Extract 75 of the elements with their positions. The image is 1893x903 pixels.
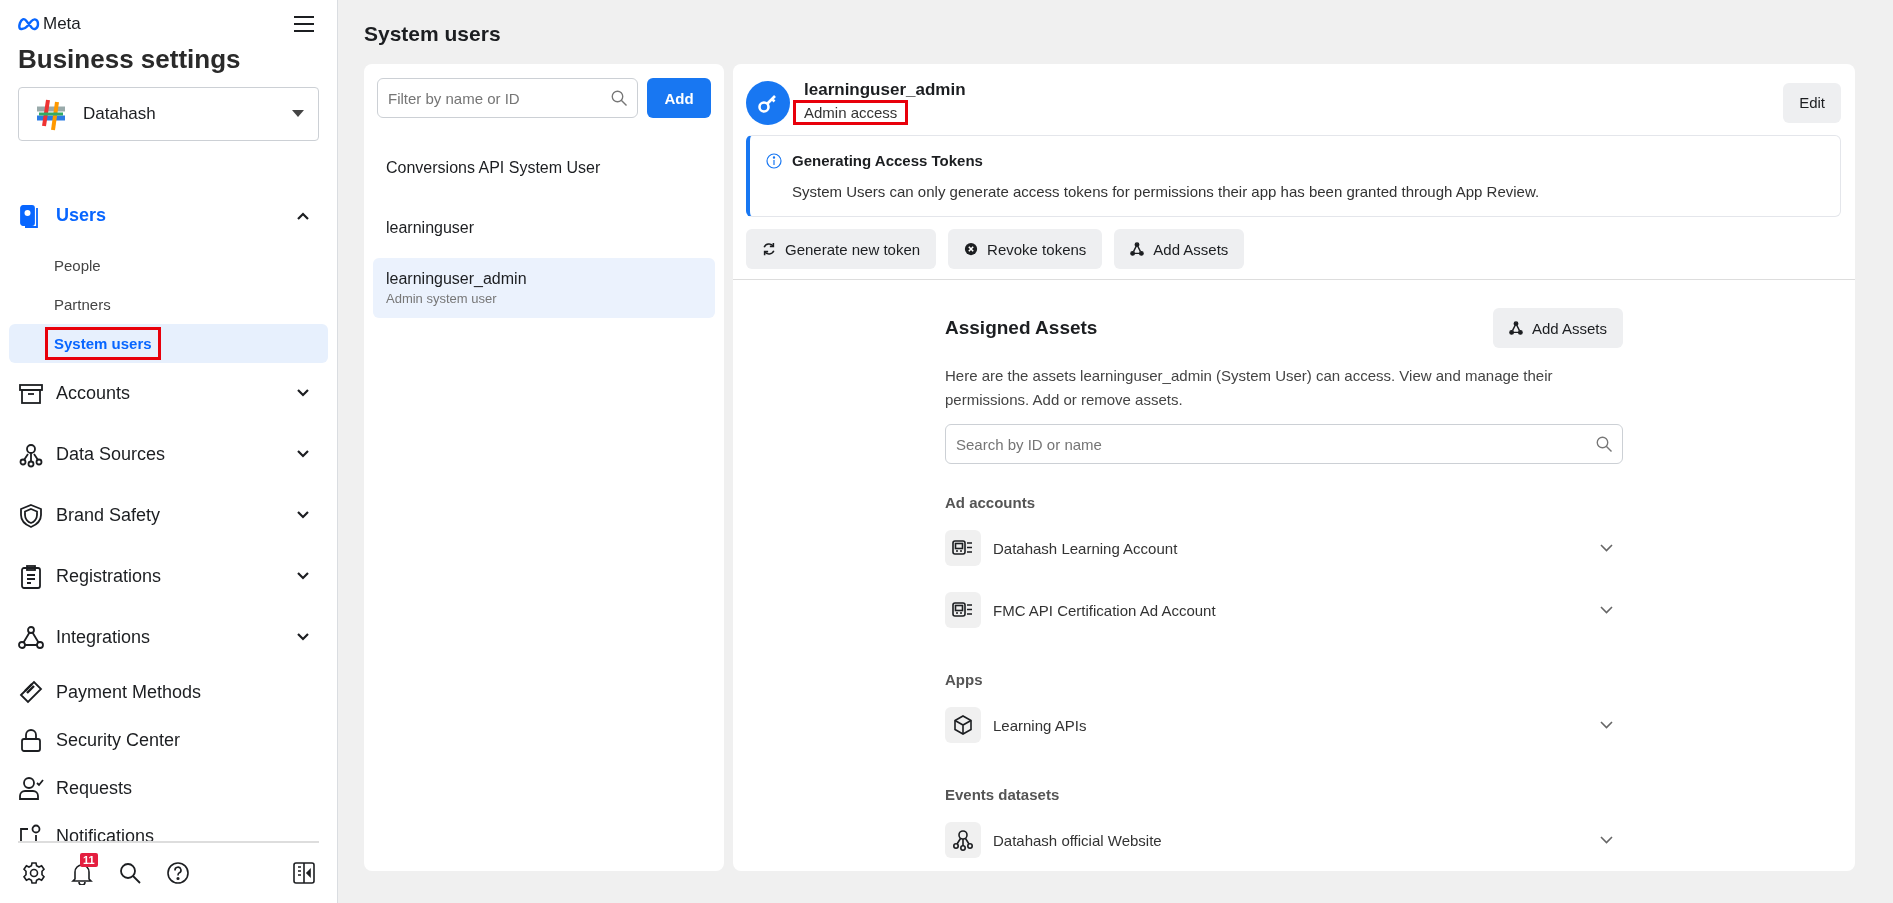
sidebar-item[interactable]: Registrations	[9, 546, 328, 607]
search-field[interactable]: Search by ID or name	[945, 424, 1623, 464]
nav-icon	[18, 727, 44, 753]
asset-icon	[945, 592, 981, 628]
group-heading: Ad accounts	[945, 494, 1036, 511]
sidebar-item[interactable]: Data Sources	[9, 424, 328, 485]
sidebar-item[interactable]: Integrations	[9, 607, 328, 668]
caret-icon	[292, 110, 304, 118]
close-circle-icon	[964, 242, 979, 256]
user-description: Admin system user	[386, 291, 498, 306]
asset-icon	[945, 822, 981, 858]
menu-icon[interactable]	[293, 15, 315, 33]
chevron-icon	[1600, 606, 1613, 614]
chevron-icon	[1600, 544, 1613, 552]
page-title: Business settings	[18, 44, 242, 75]
group-heading: Events datasets	[945, 786, 1061, 803]
action-button[interactable]: Revoke tokens	[948, 229, 1103, 269]
nav-icon	[18, 441, 44, 468]
triangle-nodes-icon	[1508, 321, 1523, 335]
search-icon[interactable]	[118, 861, 142, 885]
user-list-item[interactable]: learninguser_admin Admin system user	[373, 258, 715, 318]
sidebar-subitem[interactable]: Partners	[9, 285, 328, 324]
access-level: Admin access	[793, 100, 909, 125]
info-icon	[766, 152, 782, 169]
search-icon	[1595, 435, 1613, 453]
nav-icon	[18, 775, 44, 801]
sidebar-subitem[interactable]: People	[9, 246, 328, 285]
filter-field[interactable]: Filter by name or ID	[377, 78, 638, 118]
section-heading: Assigned Assets	[945, 317, 1098, 339]
search-icon	[610, 89, 628, 107]
chevron-icon	[1600, 836, 1613, 844]
edit-button[interactable]: Edit	[1783, 82, 1841, 123]
asset-icon	[945, 707, 981, 743]
sidebar-item[interactable]: Users	[9, 185, 328, 246]
sidebar-subitem[interactable]: System users	[9, 324, 328, 363]
nav-icon	[18, 624, 44, 651]
sidebar-item[interactable]: Accounts	[9, 363, 328, 424]
asset-row[interactable]: FMC API Certification Ad Account	[945, 579, 1623, 641]
action-button[interactable]: Generate new token	[746, 229, 937, 269]
key-avatar-icon	[746, 80, 790, 125]
add-button[interactable]: Add	[647, 78, 711, 118]
action-button[interactable]: Add Assets	[1114, 229, 1245, 269]
user-name: learninguser_admin	[386, 270, 528, 288]
help-icon[interactable]	[166, 861, 190, 885]
refresh-icon	[762, 242, 776, 256]
meta-logo[interactable]: Meta	[18, 14, 81, 34]
account-dropdown[interactable]: Datahash	[18, 87, 319, 141]
add-assets-button[interactable]: Add Assets	[1492, 308, 1623, 348]
sidebar-item[interactable]: Requests	[9, 764, 328, 812]
nav-icon	[18, 679, 44, 705]
user-name: Conversions API System User	[386, 159, 602, 177]
user-list-item[interactable]: learninguser	[373, 198, 715, 258]
description-text: Here are the assets learninguser_admin (System User) can access. View and manage their permissions. Add or remove assets.	[945, 366, 1554, 410]
banner-text: System Users can only generate access tokens for permissions their app has been granted through App Review.	[791, 183, 1541, 200]
asset-row[interactable]: Learning APIs	[945, 694, 1623, 756]
user-name: learninguser	[386, 219, 476, 237]
asset-icon	[945, 530, 981, 566]
sidebar-item[interactable]: Payment Methods	[9, 668, 328, 716]
sidebar-item[interactable]: Security Center	[9, 716, 328, 764]
asset-row[interactable]: Datahash Learning Account	[945, 517, 1623, 579]
collapse-sidebar-icon[interactable]	[293, 862, 315, 884]
asset-row[interactable]: Datahash official Website	[945, 809, 1623, 871]
nav-icon	[18, 563, 44, 590]
sidebar-item[interactable]: Brand Safety	[9, 485, 328, 546]
user-list-item[interactable]: Conversions API System User	[373, 138, 715, 198]
nav-icon	[18, 502, 44, 529]
notification-badge: 11	[80, 853, 98, 867]
sidebar-item[interactable]: Notifications	[9, 812, 328, 841]
chevron-icon	[1600, 721, 1613, 729]
settings-icon[interactable]	[22, 861, 46, 885]
triangle-nodes-icon	[1130, 242, 1145, 256]
banner-title: Generating Access Tokens	[792, 152, 983, 169]
group-heading: Apps	[945, 671, 984, 688]
section-title: System users	[364, 22, 502, 47]
user-name: learninguser_admin	[804, 80, 966, 100]
